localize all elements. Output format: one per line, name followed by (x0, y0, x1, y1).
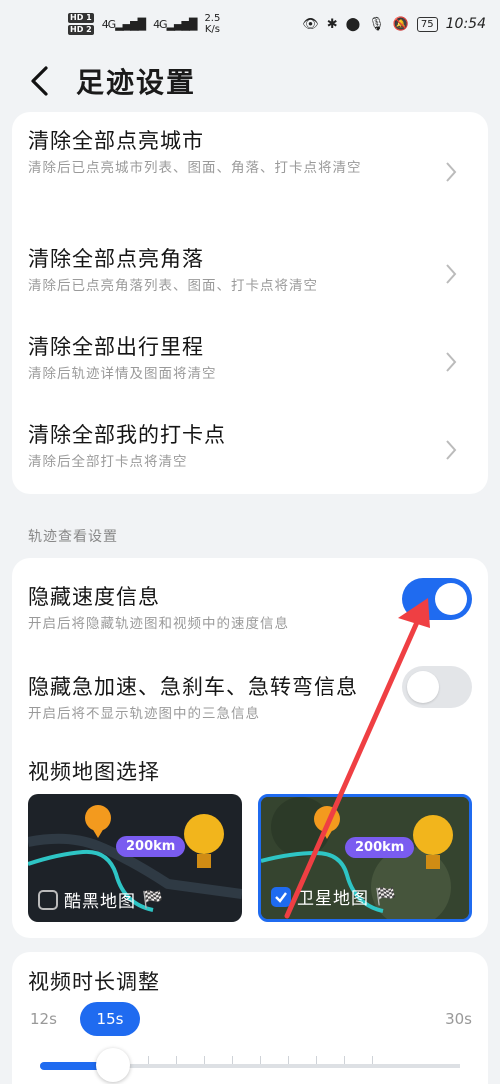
distance-badge: 200km (345, 837, 415, 858)
duration-title: 视频时长调整 (28, 970, 160, 994)
clock: 10:54 (445, 16, 486, 32)
row-desc: 清除后已点亮城市列表、图面、角落、打卡点将清空 (28, 160, 362, 176)
row-title: 清除全部点亮角落 (28, 247, 204, 271)
status-left: HD 1 HD 2 4G▂▄▆█ 4G▂▄▆█ 2.5 K/s (68, 13, 220, 35)
slider-tick (288, 1056, 289, 1064)
row-title: 清除全部点亮城市 (28, 129, 204, 153)
clear-corners-row[interactable]: 清除全部点亮角落 清除后已点亮角落列表、图面、打卡点将清空 (12, 244, 488, 298)
chevron-right-icon (446, 264, 457, 284)
map-option-label: 卫星地图 (297, 889, 369, 909)
hide-speed-toggle[interactable] (402, 578, 472, 620)
chevron-right-icon (446, 440, 457, 460)
min-duration-label: 12s (30, 1010, 57, 1028)
view-settings-card: 隐藏速度信息 开启后将隐藏轨迹图和视频中的速度信息 隐藏急加速、急刹车、急转弯信… (12, 558, 488, 938)
slider-tick (204, 1056, 205, 1064)
page-title: 足迹设置 (76, 66, 197, 99)
signal-icon-2: 4G▂▄▆█ (153, 17, 197, 31)
status-bar: HD 1 HD 2 4G▂▄▆█ 4G▂▄▆█ 2.5 K/s 👁 ✱ ⬤ 🎙 … (0, 0, 500, 48)
slider-tick (148, 1056, 149, 1064)
header: 足迹设置 (0, 52, 500, 110)
slider-tick (344, 1056, 345, 1064)
map-option-label: 酷黑地图 (64, 892, 136, 912)
checkbox-icon (38, 889, 58, 910)
signal1-label: 4G (101, 17, 116, 31)
slider-tick (176, 1056, 177, 1064)
distance-badge: 200km (116, 836, 186, 857)
duration-card: 视频时长调整 12s 30s 15s (12, 952, 488, 1084)
hd2-badge: HD 2 (68, 25, 94, 35)
row-desc: 开启后将不显示轨迹图中的三急信息 (28, 706, 260, 722)
hd1-badge: HD 1 (68, 13, 94, 23)
row-title: 清除全部我的打卡点 (28, 423, 226, 447)
clear-cities-row[interactable]: 清除全部点亮城市 清除后已点亮城市列表、图面、角落、打卡点将清空 (12, 126, 488, 182)
chevron-right-icon (446, 352, 457, 372)
dark-map-label: 酷黑地图 🏁 (38, 887, 164, 912)
battery-icon: 75 (416, 16, 438, 32)
row-desc: 清除后已点亮角落列表、图面、打卡点将清空 (28, 278, 318, 294)
row-title: 清除全部出行里程 (28, 335, 204, 359)
signal-icon: 4G▂▄▆█ (101, 17, 146, 31)
eye-icon: 👁 (302, 16, 319, 32)
checkered-flag-icon: 🏁 (375, 886, 398, 907)
mute-icon: 🔕 (392, 16, 409, 32)
section-label: 轨迹查看设置 (28, 529, 118, 545)
hide-harsh-toggle[interactable] (402, 666, 472, 708)
slider-tick (232, 1056, 233, 1064)
speed-value: 2.5 (204, 13, 221, 24)
chevron-right-icon (446, 162, 457, 182)
location-icon: ⬤ (345, 16, 361, 32)
row-desc: 清除后全部打卡点将清空 (28, 454, 188, 470)
current-duration-bubble: 15s (80, 1002, 140, 1036)
signal2-label: 4G (153, 17, 167, 31)
toggle-knob (407, 671, 439, 703)
dark-map-option[interactable]: 200km 酷黑地图 🏁 (28, 794, 242, 922)
satellite-map-option[interactable]: 200km 卫星地图 🏁 (258, 794, 472, 922)
clear-options-card: 清除全部点亮城市 清除后已点亮城市列表、图面、角落、打卡点将清空 清除全部点亮角… (12, 112, 488, 494)
slider-tick (260, 1056, 261, 1064)
slider-tick (316, 1056, 317, 1064)
slider-thumb[interactable] (96, 1048, 130, 1082)
row-desc: 清除后轨迹详情及图面将清空 (28, 366, 217, 382)
clear-mileage-row[interactable]: 清除全部出行里程 清除后轨迹详情及图面将清空 (12, 332, 488, 386)
satellite-map-label: 卫星地图 🏁 (271, 884, 397, 909)
map-select-title: 视频地图选择 (28, 760, 160, 784)
mic-icon: 🎙 (368, 16, 385, 32)
row-desc: 开启后将隐藏轨迹图和视频中的速度信息 (28, 616, 289, 632)
bluetooth-icon: ✱ (326, 16, 338, 32)
speed-unit: K/s (204, 24, 220, 35)
max-duration-label: 30s (445, 1010, 472, 1028)
checkbox-checked-icon (271, 886, 291, 907)
checkered-flag-icon: 🏁 (142, 889, 165, 910)
network-speed: 2.5 K/s (204, 13, 220, 35)
back-icon[interactable] (28, 61, 58, 101)
toggle-knob (435, 583, 467, 615)
slider-tick (372, 1056, 373, 1064)
clear-checkins-row[interactable]: 清除全部我的打卡点 清除后全部打卡点将清空 (12, 420, 488, 474)
hd-indicators: HD 1 HD 2 (68, 13, 94, 35)
status-right: 👁 ✱ ⬤ 🎙 🔕 75 10:54 (302, 16, 486, 32)
